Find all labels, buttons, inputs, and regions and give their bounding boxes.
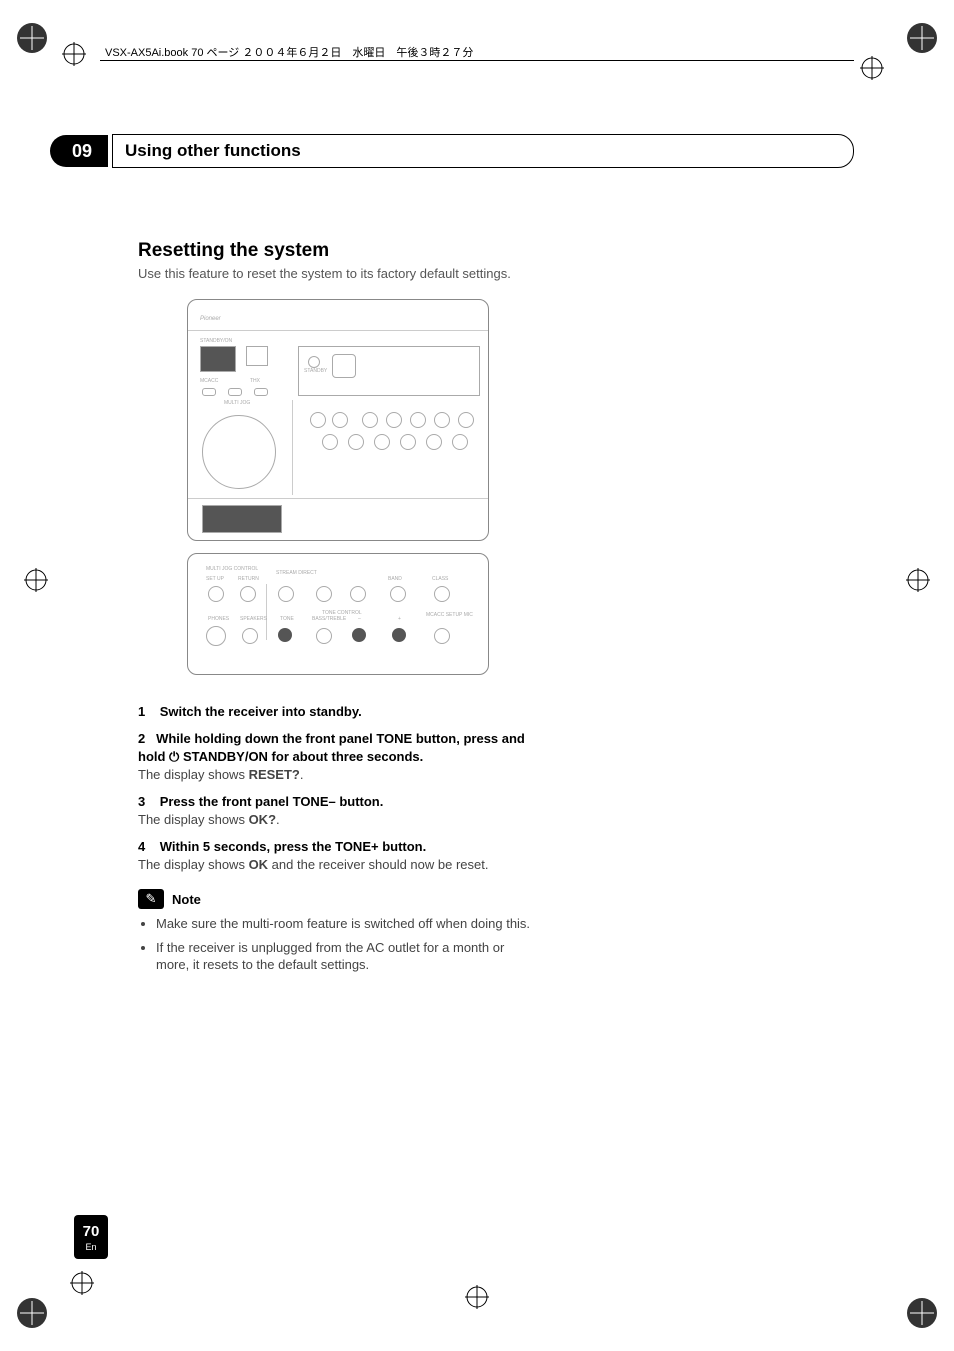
step-3: 3 Press the front panel TONE– button. Th…: [138, 793, 538, 828]
mcacc-mic-label: MCACC SETUP MIC: [426, 612, 473, 618]
tone-button: [278, 628, 292, 642]
receiver-front-panel-diagram: Pioneer STANDBY/ON MCACC THX MULTI JOG S…: [187, 299, 489, 541]
step-4-title: Within 5 seconds, press the TONE+ button…: [160, 839, 427, 854]
class-label: CLASS: [432, 576, 448, 582]
step-2: 2 While holding down the front panel TON…: [138, 730, 538, 783]
step-3-desc-a: The display shows: [138, 812, 249, 827]
return-label: RETURN: [238, 576, 259, 582]
class-button: [434, 586, 450, 602]
chapter-bar: 09 Using other functions: [50, 134, 854, 168]
setup-button: [208, 586, 224, 602]
reg-corner-bottom-right: [904, 1295, 940, 1331]
bass-treble-label: BASS/TREBLE: [312, 616, 346, 622]
setup-label: SET UP: [206, 576, 224, 582]
knob2: [350, 586, 366, 602]
crop-mark-top: [858, 54, 886, 82]
section-intro: Use this feature to reset the system to …: [138, 266, 538, 283]
standby-label: STANDBY: [304, 368, 327, 374]
band-label: BAND: [388, 576, 402, 582]
crop-mark-bottom-center: [463, 1283, 491, 1311]
bass-treble-button: [316, 628, 332, 644]
phones-label: PHONES: [208, 616, 229, 622]
step-2-num: 2: [138, 731, 145, 746]
step-3-desc-c: .: [276, 812, 280, 827]
chapter-number-badge: 09: [50, 135, 108, 167]
band-button: [390, 586, 406, 602]
step-4: 4 Within 5 seconds, press the TONE+ butt…: [138, 838, 538, 873]
knob1: [316, 586, 332, 602]
note-list: Make sure the multi-room feature is swit…: [138, 915, 538, 974]
stream-button: [278, 586, 294, 602]
multijog-control-label: MULTI JOG CONTROL: [206, 566, 258, 572]
speakers-button: [242, 628, 258, 644]
return-button: [240, 586, 256, 602]
tone-plus-button: [392, 628, 406, 642]
page-number: 70: [83, 1223, 100, 1240]
speakers-label: SPEAKERS: [240, 616, 267, 622]
chapter-title: Using other functions: [112, 134, 854, 168]
multijog-label: MULTI JOG: [224, 400, 250, 406]
header-rule: [100, 60, 854, 61]
panel-door: [202, 505, 282, 533]
step-1: 1 Switch the receiver into standby.: [138, 703, 538, 721]
step-1-title: Switch the receiver into standby.: [160, 704, 362, 719]
step-4-desc-a: The display shows: [138, 857, 249, 872]
note-item-2: If the receiver is unplugged from the AC…: [156, 939, 538, 974]
standby-on-button: [200, 346, 236, 372]
standby-on-label: STANDBY/ON: [200, 338, 232, 344]
step-1-num: 1: [138, 704, 145, 719]
content-column: Resetting the system Use this feature to…: [138, 240, 538, 980]
power-icon: ⏻: [169, 749, 179, 764]
input-selector: [246, 346, 268, 366]
reg-corner-top-left: [14, 20, 50, 56]
crop-mark-right: [904, 566, 932, 594]
step-4-desc-c: and the receiver should now be reset.: [268, 857, 488, 872]
step-3-num: 3: [138, 794, 145, 809]
page-lang: En: [85, 1242, 96, 1252]
mcacc-label: MCACC: [200, 378, 218, 384]
note-icon: ✎: [138, 889, 164, 909]
tone-label: TONE: [280, 616, 294, 622]
multijog-knob: [202, 415, 276, 489]
phones-jack: [206, 626, 226, 646]
stream-direct-label: STREAM DIRECT: [276, 570, 317, 576]
step-2-desc-c: .: [300, 767, 304, 782]
step-2-desc-b: RESET?: [249, 767, 300, 782]
crop-mark-top-left2: [60, 40, 88, 68]
crop-mark-bottom: [68, 1269, 96, 1297]
step-3-title: Press the front panel TONE– button.: [160, 794, 384, 809]
reg-corner-bottom-left: [14, 1295, 50, 1331]
note-header: ✎ Note: [138, 889, 538, 909]
tone-plus-label: +: [398, 616, 401, 622]
note-item-1: Make sure the multi-room feature is swit…: [156, 915, 538, 933]
page-number-badge: 70 En: [74, 1215, 108, 1259]
step-2-desc-a: The display shows: [138, 767, 249, 782]
tone-minus-label: –: [358, 616, 361, 622]
note-label: Note: [172, 892, 201, 907]
brand-logo: Pioneer: [200, 316, 221, 322]
mic-jack: [434, 628, 450, 644]
tone-minus-button: [352, 628, 366, 642]
reg-corner-top-right: [904, 20, 940, 56]
step-2-title-b: STANDBY/ON for about three seconds.: [179, 749, 423, 764]
control-strip-diagram: MULTI JOG CONTROL SET UP RETURN STREAM D…: [187, 553, 489, 675]
step-3-desc-b: OK?: [249, 812, 276, 827]
thx-label: THX: [250, 378, 260, 384]
step-4-desc-b: OK: [249, 857, 269, 872]
header-text: VSX-AX5Ai.book 70 ページ ２００４年６月２日 水曜日 午後３時…: [105, 44, 479, 60]
step-4-num: 4: [138, 839, 145, 854]
section-heading: Resetting the system: [138, 240, 538, 262]
crop-mark-left: [22, 566, 50, 594]
